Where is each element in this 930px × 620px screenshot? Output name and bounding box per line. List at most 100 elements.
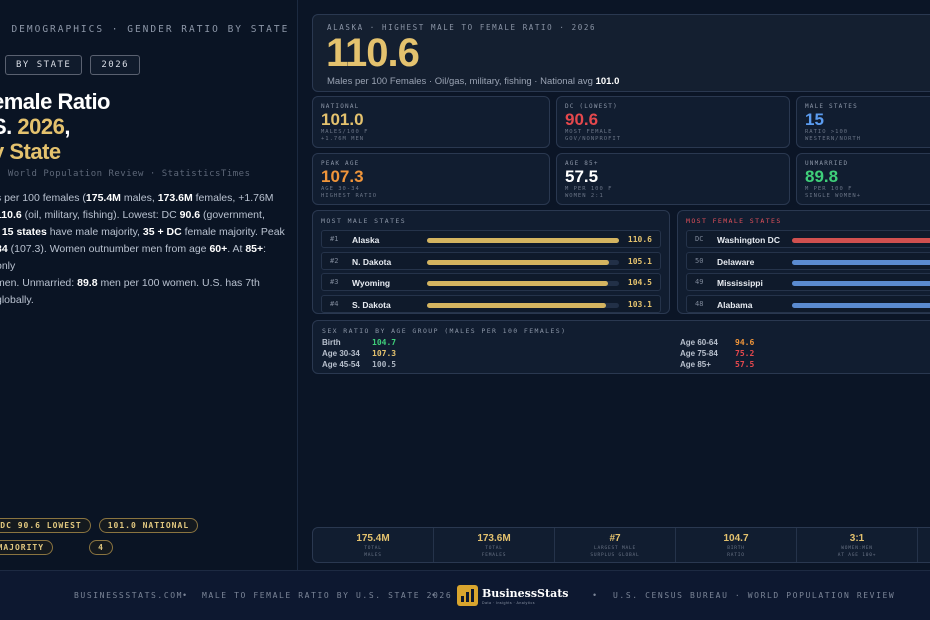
stat-detail: M PER 100 F bbox=[565, 186, 613, 192]
stat-card: PEAK AGE 107.3 AGE 30-34 HIGHEST RATIO bbox=[312, 153, 550, 205]
stat-detail: MALES/100 F bbox=[321, 129, 369, 135]
bar-track bbox=[792, 302, 930, 308]
rank-row[interactable]: #2 N. Dakota 105.1 bbox=[321, 251, 661, 270]
page-title: emale Ratio S. 2026, y State bbox=[0, 89, 111, 164]
age-row: Age 60-64 94.6 bbox=[680, 338, 754, 347]
rank-number: #3 bbox=[330, 278, 339, 286]
title-part: S. bbox=[0, 114, 12, 139]
stat-detail: M PER 100 F bbox=[805, 186, 853, 192]
stat-card: AGE 85+ 57.5 M PER 100 F WOMEN 2:1 bbox=[556, 153, 790, 205]
pill-dc-lowest[interactable]: DC 90.6 LOWEST bbox=[0, 518, 91, 533]
bar bbox=[427, 259, 609, 265]
stat-detail: +1.76M MEN bbox=[321, 136, 365, 142]
hero-sub-text: Males per 100 Females · Oil/gas, militar… bbox=[327, 76, 596, 87]
stat-card: MALE STATES 15 RATIO >100 WESTERN/NORTH bbox=[796, 96, 930, 148]
bottom-stat-label: MALES bbox=[364, 553, 382, 558]
bar-track bbox=[792, 238, 930, 243]
female-rows: DC Washington DC 50 Delaware 49 Mississippi 48… bbox=[686, 230, 930, 313]
footer-site[interactable]: BUSINESSSTATS.COM bbox=[74, 591, 183, 600]
stat-detail: SINGLE WOMEN+ bbox=[805, 193, 862, 199]
rank-row[interactable]: #4 S. Dakota 103.1 bbox=[321, 294, 661, 313]
rank-row[interactable]: 50 Delaware bbox=[686, 251, 930, 270]
bottom-stat-label: WOMEN:MEN bbox=[841, 546, 873, 551]
summary-bold: 175.4M bbox=[85, 192, 121, 204]
summary-part: (government, bbox=[200, 209, 265, 221]
hero-value: 110.6 bbox=[326, 31, 420, 75]
most-female-states-panel: MOST FEMALE STATES DC Washington DC 50 Dela… bbox=[677, 210, 930, 314]
chip-year[interactable]: 2026 bbox=[90, 55, 141, 75]
summary-part: . At bbox=[227, 243, 246, 255]
summary-bold: 35 + DC bbox=[142, 226, 182, 238]
title-line-3: y State bbox=[0, 139, 61, 164]
male-rows: #1 Alaska 110.6 #2 N. Dakota 105.1 #3 Wyoming 10… bbox=[321, 230, 661, 313]
bottom-stat: 104.7 BIRTH RATIO bbox=[676, 528, 797, 562]
rank-row[interactable]: #1 Alaska 110.6 bbox=[321, 230, 661, 248]
summary-bold: 173.6M bbox=[157, 192, 193, 204]
filter-chips: BY STATE 2026 bbox=[5, 55, 141, 75]
summary-bold: 34 bbox=[0, 243, 8, 255]
bottom-stat-value: 3:1 bbox=[849, 533, 865, 544]
stat-card: UNMARRIED 89.8 M PER 100 F SINGLE WOMEN+ bbox=[796, 153, 930, 205]
age-group: Age 75-84 bbox=[680, 349, 718, 358]
age-value: 107.3 bbox=[372, 349, 397, 358]
summary-bold: 90.6 bbox=[179, 209, 201, 221]
bottom-stat-label: RATIO bbox=[727, 553, 745, 558]
summary-part: men per 100 women. U.S. has 7th bbox=[97, 277, 260, 289]
brand-name: BusinessStats bbox=[482, 586, 569, 600]
bar bbox=[792, 259, 930, 265]
rank-row[interactable]: 49 Mississippi bbox=[686, 273, 930, 291]
summary-part: men. Unmarried: bbox=[0, 277, 78, 289]
bar bbox=[427, 238, 619, 243]
bottom-stat: 3:1 WOMEN:MEN AT AGE 100+ bbox=[797, 528, 918, 562]
pill-national[interactable]: 101.0 NATIONAL bbox=[98, 518, 199, 533]
age-value: 75.2 bbox=[735, 349, 755, 358]
age-group-panel: SEX RATIO BY AGE GROUP (MALES PER 100 FE… bbox=[312, 320, 930, 374]
stat-label: NATIONAL bbox=[321, 103, 360, 110]
rank-row[interactable]: #3 Wyoming 104.5 bbox=[321, 273, 661, 291]
stat-label: UNMARRIED bbox=[805, 160, 849, 167]
hero-subtitle: Males per 100 Females · Oil/gas, militar… bbox=[327, 76, 619, 87]
age-group: Age 85+ bbox=[680, 360, 711, 369]
state-name: Mississippi bbox=[717, 278, 763, 288]
age-group: Age 60-64 bbox=[680, 338, 718, 347]
summary-bold: 85+ bbox=[245, 243, 264, 255]
bar-chart-icon bbox=[457, 585, 478, 606]
age-value: 100.5 bbox=[372, 360, 397, 369]
stat-card: DC (LOWEST) 90.6 MOST FEMALE GOV/NONPROFIT bbox=[556, 96, 790, 148]
pill-male-majority[interactable]: 15 MALE-MAJORITY bbox=[0, 540, 54, 555]
rank-row[interactable]: 48 Alabama bbox=[686, 294, 930, 313]
title-line-2: S. 2026, bbox=[0, 114, 110, 139]
stat-value: 90.6 bbox=[565, 110, 599, 129]
age-value: 57.5 bbox=[735, 360, 755, 369]
summary-part: globally. bbox=[0, 294, 34, 306]
summary-part: males, bbox=[120, 192, 158, 204]
bottom-stat-value: 173.6M bbox=[477, 533, 511, 544]
bottom-stat-label: SURPLUS GLOBAL bbox=[590, 553, 640, 558]
sources-line: · World Population Review · StatisticsTi… bbox=[0, 169, 251, 179]
stat-value: 89.8 bbox=[805, 167, 839, 186]
age-group: Birth bbox=[322, 338, 341, 347]
title-line-1: emale Ratio bbox=[0, 89, 111, 114]
pill-extra[interactable]: 4 bbox=[89, 540, 113, 555]
rank-row[interactable]: DC Washington DC bbox=[686, 230, 930, 248]
summary-part: have male majority, bbox=[46, 226, 143, 238]
summary-part: (oil, military, fishing). Lowest: DC bbox=[21, 209, 180, 221]
age-value: 104.7 bbox=[372, 338, 397, 347]
stat-value: 57.5 bbox=[565, 167, 599, 186]
bar-track bbox=[792, 259, 930, 265]
bottom-stat-label: LARGEST MALE bbox=[593, 546, 637, 551]
age-row: Birth 104.7 bbox=[322, 338, 396, 347]
state-name: Wyoming bbox=[352, 278, 391, 288]
left-panel: · DEMOGRAPHICS · GENDER RATIO BY STATE ·… bbox=[0, 0, 298, 570]
summary-bold: 110.6 bbox=[0, 209, 22, 221]
bottom-stat-value: 104.7 bbox=[723, 533, 749, 544]
hero-card: ALASKA · HIGHEST MALE TO FEMALE RATIO · … bbox=[312, 14, 930, 92]
breadcrumb: · DEMOGRAPHICS · GENDER RATIO BY STATE · bbox=[0, 24, 298, 35]
rank-number: #1 bbox=[330, 235, 339, 243]
stat-detail: WOMEN 2:1 bbox=[565, 193, 604, 199]
stat-value: 107.3 bbox=[321, 167, 364, 186]
footer-separator: • bbox=[183, 590, 187, 600]
bar-value: 110.6 bbox=[627, 235, 652, 244]
title-part: , bbox=[64, 114, 70, 139]
chip-by-state[interactable]: BY STATE bbox=[5, 55, 83, 75]
